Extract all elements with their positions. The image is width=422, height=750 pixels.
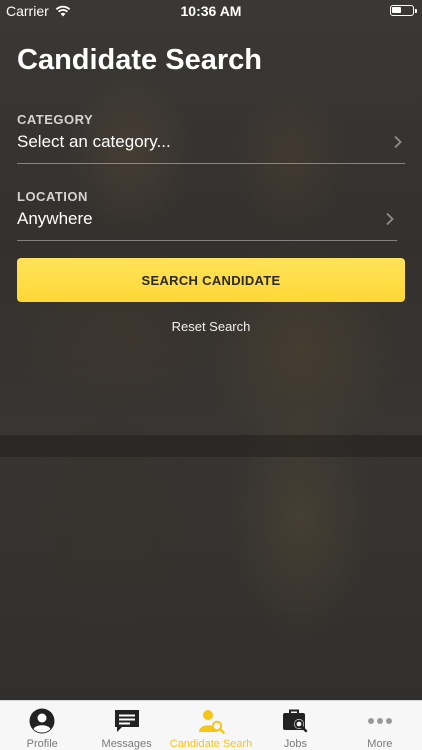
- battery-icon: [390, 5, 417, 16]
- category-select[interactable]: Select an category...: [17, 126, 405, 164]
- search-candidate-button[interactable]: SEARCH CANDIDATE: [17, 258, 405, 302]
- messages-icon: [114, 710, 139, 732]
- tab-messages[interactable]: Messages: [84, 701, 168, 750]
- tab-label: Jobs: [283, 738, 308, 750]
- profile-icon: [29, 708, 55, 734]
- location-select[interactable]: Anywhere: [17, 203, 397, 241]
- background-bench: [0, 435, 422, 457]
- chevron-right-icon: [386, 212, 394, 225]
- reset-search-link[interactable]: Reset Search: [0, 319, 422, 334]
- tab-more[interactable]: More: [338, 701, 422, 750]
- jobs-icon: [283, 709, 308, 733]
- page-title: Candidate Search: [17, 44, 262, 76]
- tab-bar: Profile Messages Candidate Searh Jobs Mo…: [0, 700, 422, 750]
- tab-label: Profile: [26, 738, 58, 750]
- background-photo: [0, 0, 422, 700]
- status-time: 10:36 AM: [180, 3, 242, 19]
- tab-label: Messages: [101, 738, 152, 750]
- tab-jobs[interactable]: Jobs: [253, 701, 337, 750]
- location-label: LOCATION: [17, 189, 88, 204]
- tab-profile[interactable]: Profile: [0, 701, 84, 750]
- chevron-right-icon: [394, 135, 402, 148]
- tab-label: More: [367, 738, 393, 750]
- location-value: Anywhere: [17, 208, 93, 228]
- category-label: CATEGORY: [17, 112, 94, 127]
- candidate-search-icon: [199, 710, 225, 734]
- tab-candidate-search[interactable]: Candidate Searh: [169, 701, 253, 750]
- tab-label: Candidate Searh: [169, 738, 253, 750]
- more-icon: [367, 718, 392, 724]
- status-bar: Carrier 10:36 AM: [0, 0, 422, 22]
- category-value: Select an category...: [17, 131, 171, 151]
